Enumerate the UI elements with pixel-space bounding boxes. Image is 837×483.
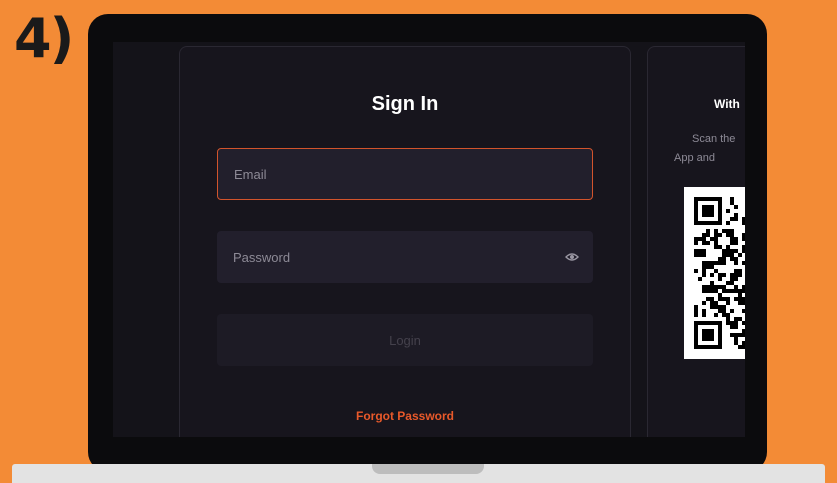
page-title: Sign In xyxy=(371,93,439,115)
login-button[interactable]: Login xyxy=(217,314,593,366)
laptop-notch xyxy=(372,464,484,474)
signin-card: Sign In Email Password Login Forgot Pass… xyxy=(179,46,631,437)
email-field[interactable]: Email xyxy=(217,148,593,200)
qr-code-icon xyxy=(684,187,745,359)
qr-title: With xyxy=(714,97,740,111)
step-label: 4) xyxy=(14,7,74,70)
screen: Sign In Email Password Login Forgot Pass… xyxy=(113,42,745,437)
qr-description-line1: Scan the xyxy=(692,133,736,145)
qr-description-line2: App and xyxy=(674,152,715,164)
eye-icon[interactable] xyxy=(565,250,579,264)
qr-card: With Scan the App and xyxy=(647,46,745,437)
qr-code-graphic xyxy=(694,197,745,349)
email-placeholder: Email xyxy=(234,166,267,182)
password-placeholder: Password xyxy=(233,249,291,265)
password-field[interactable]: Password xyxy=(217,231,593,283)
forgot-password-link[interactable]: Forgot Password xyxy=(180,409,630,423)
